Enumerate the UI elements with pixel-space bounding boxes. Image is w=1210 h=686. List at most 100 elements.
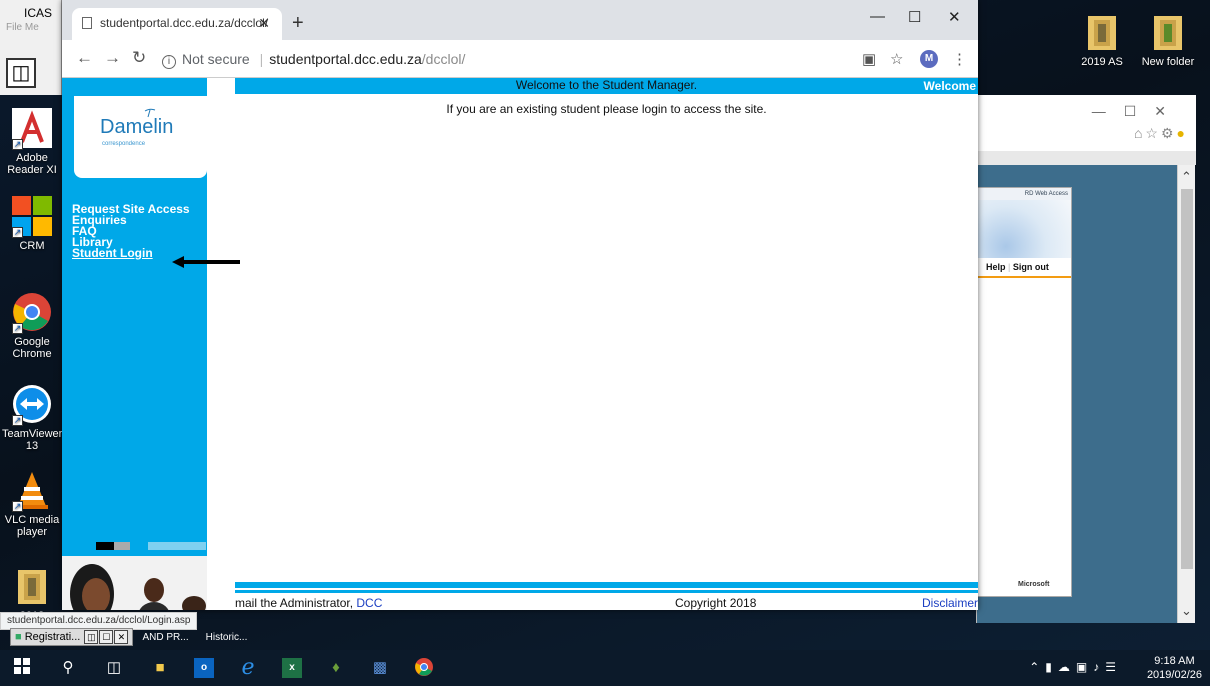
window-controls-icon[interactable]: —☐✕ bbox=[1092, 103, 1184, 120]
footer-admin-prefix: mail the Administrator, bbox=[235, 596, 357, 610]
system-tray-icons[interactable]: ⌃▮☁▣♪☰ bbox=[1029, 660, 1122, 674]
minimized-item[interactable]: AND PR... bbox=[142, 632, 188, 643]
bg-window-titlebar: —☐✕ ⌂☆⚙● bbox=[977, 95, 1196, 151]
close-tab-icon[interactable]: ✕ bbox=[258, 15, 270, 32]
chrome-window: studentportal.dcc.edu.za/dcclol/ ✕ + — ☐… bbox=[62, 0, 978, 610]
welcome-text: If you are an existing student please lo… bbox=[446, 102, 767, 116]
desktop-icon-vlc[interactable]: ↗ VLC media player bbox=[2, 470, 62, 538]
crm-icon: ↗ bbox=[12, 196, 52, 238]
clock-time: 9:18 AM bbox=[1154, 655, 1195, 667]
rd-web-access-label: RD Web Access bbox=[978, 188, 1071, 200]
clock-date: 2019/02/26 bbox=[1146, 669, 1202, 681]
desktop-icon-crm[interactable]: ↗ CRM bbox=[2, 196, 62, 252]
page-icon bbox=[82, 17, 92, 29]
desktop-icon-label: VLC media player bbox=[4, 514, 60, 538]
damelin-logo[interactable]: Damelin correspondence bbox=[74, 96, 207, 178]
sidebar: Damelin correspondence Request Site Acce… bbox=[62, 94, 240, 610]
chrome-taskbar-icon[interactable] bbox=[414, 658, 434, 678]
close-window-button[interactable]: ✕ bbox=[948, 8, 961, 26]
profile-avatar[interactable]: M bbox=[920, 50, 938, 68]
task-view-icon[interactable]: ◫ bbox=[104, 658, 124, 678]
forward-button[interactable]: → bbox=[104, 48, 121, 68]
desktop-icon-new-folder[interactable]: New folder bbox=[1138, 12, 1198, 68]
not-secure-label: Not secure bbox=[182, 51, 250, 67]
footer-admin-link[interactable]: DCC bbox=[356, 596, 382, 610]
signout-link[interactable]: Sign out bbox=[1013, 262, 1049, 272]
globe-banner bbox=[978, 200, 1071, 258]
excel-icon[interactable]: x bbox=[282, 658, 302, 678]
maximize-button[interactable]: ☐ bbox=[908, 8, 921, 26]
background-browser-window[interactable]: —☐✕ ⌂☆⚙● RD Web Access Help | Sign out M… bbox=[976, 95, 1196, 623]
sidebar-menu: Request Site Access Enquiries FAQ Librar… bbox=[72, 203, 190, 259]
welcome-heading: Welcome to the Student Manager. bbox=[515, 78, 698, 92]
chevron-down-icon[interactable]: ⌄ bbox=[1181, 603, 1192, 619]
footer-bar bbox=[235, 582, 978, 588]
icas-title: ICAS bbox=[24, 6, 53, 20]
toolbar-icons[interactable]: ⌂☆⚙● bbox=[1134, 125, 1188, 142]
desktop-icon-label: CRM bbox=[19, 240, 45, 252]
vlc-icon: ↗ bbox=[12, 470, 52, 512]
icas-menu[interactable]: File Me bbox=[6, 22, 39, 33]
folder-icon bbox=[12, 566, 52, 606]
students-photo bbox=[62, 556, 207, 610]
minimized-label: Registrati... bbox=[24, 631, 81, 643]
maximize-icon[interactable]: ☐ bbox=[99, 630, 114, 644]
minimized-window-strip[interactable]: ■ Registrati... ◫ ☐ ✕ AND PR... Historic..… bbox=[10, 628, 247, 646]
footer-disclaimer-link[interactable]: Disclaimer bbox=[922, 596, 978, 610]
desktop-icon-2019as[interactable]: 2019 AS bbox=[1072, 12, 1132, 68]
close-icon[interactable]: ✕ bbox=[114, 630, 129, 644]
footer-copyright: Copyright 2018 bbox=[675, 596, 757, 610]
translate-icon[interactable]: ▣ bbox=[862, 50, 876, 68]
browser-toolbar: ← → ↻ i Not secure | studentportal.dcc.edu… bbox=[62, 40, 978, 78]
new-tab-button[interactable]: + bbox=[292, 12, 304, 35]
logo-sub: correspondence bbox=[102, 141, 146, 147]
desktop-icon-chrome[interactable]: ↗ Google Chrome bbox=[2, 292, 62, 360]
icas-app-window[interactable]: ICAS File Me ◫ bbox=[0, 0, 62, 95]
chrome-icon: ↗ bbox=[12, 292, 52, 334]
desktop-icon-teamviewer[interactable]: ↗ TeamViewer 13 bbox=[2, 384, 62, 452]
folder-icon bbox=[1148, 12, 1188, 52]
icas-taskbar-icon[interactable]: ♦ bbox=[326, 658, 346, 678]
windows-start-icon[interactable] bbox=[12, 658, 32, 678]
sidebar-stripes bbox=[62, 542, 207, 550]
menu-kebab-icon[interactable]: ⋮ bbox=[952, 50, 967, 68]
rd-web-access-panel: RD Web Access Help | Sign out Microsoft bbox=[977, 187, 1072, 597]
info-icon[interactable]: i bbox=[162, 55, 176, 69]
pointer-arrow-icon bbox=[172, 256, 240, 268]
clock[interactable]: 9:18 AM 2019/02/26 bbox=[1147, 654, 1202, 682]
scrollbar-thumb[interactable] bbox=[1181, 189, 1193, 569]
remote-desktop-icon[interactable]: ▩ bbox=[370, 658, 390, 678]
help-signout-row: Help | Sign out bbox=[978, 258, 1071, 278]
restore-icon[interactable]: ◫ bbox=[84, 630, 99, 644]
icas-toolbar-icon[interactable]: ◫ bbox=[6, 58, 36, 88]
search-icon[interactable]: ⚲ bbox=[58, 658, 78, 678]
page-footer: mail the Administrator, DCC Copyright 20… bbox=[235, 596, 978, 610]
browser-tab[interactable]: studentportal.dcc.edu.za/dcclol/ ✕ bbox=[72, 8, 282, 40]
app-icon: ■ bbox=[15, 631, 22, 643]
tab-title: studentportal.dcc.edu.za/dcclol/ bbox=[100, 16, 269, 30]
internet-explorer-icon[interactable]: e bbox=[238, 657, 258, 679]
file-explorer-icon[interactable]: ■ bbox=[150, 658, 170, 678]
taskbar: ⚲ ◫ ■ o e x ♦ ▩ ⌃▮☁▣♪☰ 9:18 AM 2019/02/2… bbox=[0, 650, 1210, 686]
minimized-window[interactable]: ■ Registrati... ◫ ☐ ✕ bbox=[10, 628, 134, 646]
web-page: Welcome Damelin correspondence Request S… bbox=[62, 78, 978, 610]
minimize-button[interactable]: — bbox=[870, 8, 885, 25]
url-domain: studentportal.dcc.edu.za bbox=[269, 51, 422, 67]
logo-swoosh-icon bbox=[144, 108, 156, 118]
minimized-item[interactable]: Historic... bbox=[206, 632, 248, 643]
desktop-icon-label: New folder bbox=[1141, 56, 1195, 68]
chevron-up-icon[interactable]: ⌃ bbox=[1181, 169, 1192, 185]
back-button[interactable]: ← bbox=[76, 48, 93, 68]
microsoft-label: Microsoft bbox=[1018, 581, 1050, 588]
bookmark-star-icon[interactable]: ☆ bbox=[890, 50, 903, 68]
adobe-reader-icon: ↗ bbox=[12, 108, 52, 150]
address-bar[interactable]: i Not secure | studentportal.dcc.edu.za/dc… bbox=[162, 47, 852, 71]
teamviewer-icon: ↗ bbox=[12, 384, 52, 426]
help-link[interactable]: Help bbox=[986, 262, 1006, 272]
desktop-icon-label: Adobe Reader XI bbox=[7, 152, 57, 176]
bg-window-scrollbar[interactable]: ⌃ ⌄ bbox=[1177, 165, 1195, 623]
logo-brand: Damelin bbox=[100, 116, 174, 138]
reload-button[interactable]: ↻ bbox=[132, 48, 146, 68]
desktop-icon-adobe[interactable]: ↗ Adobe Reader XI bbox=[2, 108, 62, 176]
outlook-icon[interactable]: o bbox=[194, 658, 214, 678]
